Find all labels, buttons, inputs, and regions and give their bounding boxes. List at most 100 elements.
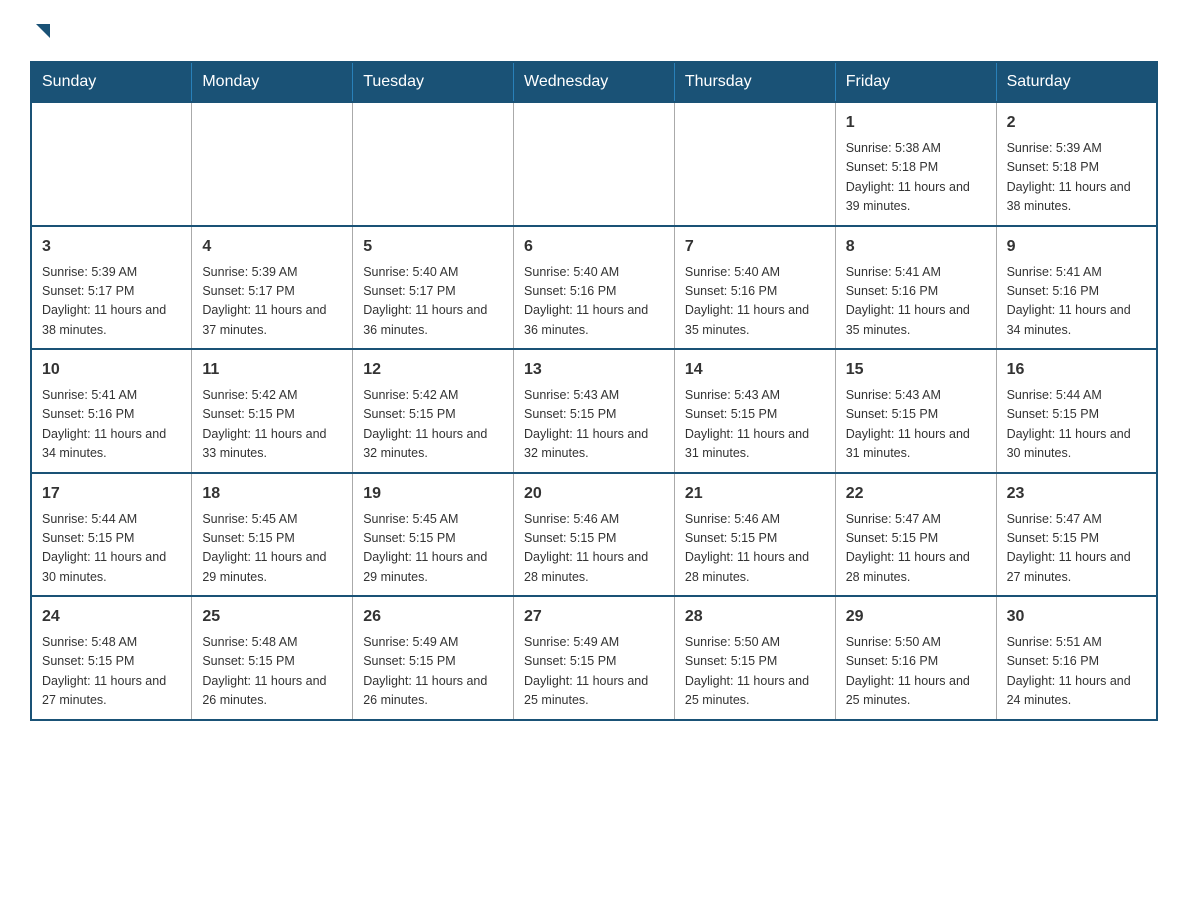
calendar-day-header: Friday <box>835 62 996 102</box>
day-number: 3 <box>42 235 181 259</box>
calendar-week-row: 24 Sunrise: 5:48 AM Sunset: 5:15 PM Dayli… <box>31 596 1157 720</box>
day-info: Sunrise: 5:45 AM Sunset: 5:15 PM Dayligh… <box>363 510 503 588</box>
day-info: Sunrise: 5:43 AM Sunset: 5:15 PM Dayligh… <box>524 386 664 464</box>
day-number: 24 <box>42 605 181 629</box>
calendar-day-header: Wednesday <box>514 62 675 102</box>
calendar-cell <box>353 102 514 226</box>
day-number: 13 <box>524 358 664 382</box>
calendar-cell: 14Sunrise: 5:43 AM Sunset: 5:15 PM Dayli… <box>674 349 835 473</box>
calendar-cell: 21 Sunrise: 5:46 AM Sunset: 5:15 PM Dayli… <box>674 473 835 597</box>
calendar-day-header: Saturday <box>996 62 1157 102</box>
calendar-cell: 25 Sunrise: 5:48 AM Sunset: 5:15 PM Dayli… <box>192 596 353 720</box>
day-info: Sunrise: 5:50 AM Sunset: 5:16 PM Dayligh… <box>846 633 986 711</box>
calendar-cell: 17 Sunrise: 5:44 AM Sunset: 5:15 PM Dayli… <box>31 473 192 597</box>
day-number: 1 <box>846 111 986 135</box>
calendar-table: SundayMondayTuesdayWednesdayThursdayFrid… <box>30 61 1158 721</box>
day-number: 2 <box>1007 111 1146 135</box>
calendar-cell: 1 Sunrise: 5:38 AM Sunset: 5:18 PM Daylig… <box>835 102 996 226</box>
calendar-cell: 10 Sunrise: 5:41 AM Sunset: 5:16 PM Dayli… <box>31 349 192 473</box>
calendar-cell: 26 Sunrise: 5:49 AM Sunset: 5:15 PM Dayli… <box>353 596 514 720</box>
day-number: 30 <box>1007 605 1146 629</box>
calendar-cell: 28 Sunrise: 5:50 AM Sunset: 5:15 PM Dayli… <box>674 596 835 720</box>
day-number: 16 <box>1007 358 1146 382</box>
day-info: Sunrise: 5:42 AM Sunset: 5:15 PM Dayligh… <box>202 386 342 464</box>
day-info: Sunrise: 5:48 AM Sunset: 5:15 PM Dayligh… <box>42 633 181 711</box>
calendar-cell <box>31 102 192 226</box>
day-number: 23 <box>1007 482 1146 506</box>
day-number: 28 <box>685 605 825 629</box>
calendar-cell <box>192 102 353 226</box>
day-info: Sunrise: 5:47 AM Sunset: 5:15 PM Dayligh… <box>846 510 986 588</box>
calendar-cell: 16 Sunrise: 5:44 AM Sunset: 5:15 PM Dayli… <box>996 349 1157 473</box>
day-number: 7 <box>685 235 825 259</box>
day-info: Sunrise: 5:39 AM Sunset: 5:17 PM Dayligh… <box>202 263 342 341</box>
day-number: 17 <box>42 482 181 506</box>
calendar-week-row: 10 Sunrise: 5:41 AM Sunset: 5:16 PM Dayli… <box>31 349 1157 473</box>
calendar-cell: 20 Sunrise: 5:46 AM Sunset: 5:15 PM Dayli… <box>514 473 675 597</box>
day-number: 18 <box>202 482 342 506</box>
day-number: 29 <box>846 605 986 629</box>
calendar-week-row: 17 Sunrise: 5:44 AM Sunset: 5:15 PM Dayli… <box>31 473 1157 597</box>
day-info: Sunrise: 5:39 AM Sunset: 5:17 PM Dayligh… <box>42 263 181 341</box>
day-info: Sunrise: 5:38 AM Sunset: 5:18 PM Dayligh… <box>846 139 986 217</box>
calendar-cell: 12 Sunrise: 5:42 AM Sunset: 5:15 PM Dayli… <box>353 349 514 473</box>
day-info: Sunrise: 5:46 AM Sunset: 5:15 PM Dayligh… <box>524 510 664 588</box>
calendar-cell: 3 Sunrise: 5:39 AM Sunset: 5:17 PM Daylig… <box>31 226 192 350</box>
calendar-cell: 18 Sunrise: 5:45 AM Sunset: 5:15 PM Dayli… <box>192 473 353 597</box>
calendar-cell: 9 Sunrise: 5:41 AM Sunset: 5:16 PM Daylig… <box>996 226 1157 350</box>
calendar-cell: 4Sunrise: 5:39 AM Sunset: 5:17 PM Daylig… <box>192 226 353 350</box>
day-info: Sunrise: 5:40 AM Sunset: 5:16 PM Dayligh… <box>524 263 664 341</box>
day-info: Sunrise: 5:44 AM Sunset: 5:15 PM Dayligh… <box>42 510 181 588</box>
day-number: 14 <box>685 358 825 382</box>
logo-triangle-icon <box>32 20 54 42</box>
day-number: 21 <box>685 482 825 506</box>
day-info: Sunrise: 5:49 AM Sunset: 5:15 PM Dayligh… <box>363 633 503 711</box>
day-info: Sunrise: 5:51 AM Sunset: 5:16 PM Dayligh… <box>1007 633 1146 711</box>
calendar-header-row: SundayMondayTuesdayWednesdayThursdayFrid… <box>31 62 1157 102</box>
day-info: Sunrise: 5:47 AM Sunset: 5:15 PM Dayligh… <box>1007 510 1146 588</box>
day-number: 11 <box>202 358 342 382</box>
calendar-day-header: Sunday <box>31 62 192 102</box>
calendar-cell: 27Sunrise: 5:49 AM Sunset: 5:15 PM Dayli… <box>514 596 675 720</box>
day-info: Sunrise: 5:50 AM Sunset: 5:15 PM Dayligh… <box>685 633 825 711</box>
calendar-cell: 2 Sunrise: 5:39 AM Sunset: 5:18 PM Daylig… <box>996 102 1157 226</box>
calendar-cell <box>674 102 835 226</box>
day-number: 20 <box>524 482 664 506</box>
day-number: 12 <box>363 358 503 382</box>
day-number: 10 <box>42 358 181 382</box>
logo <box>30 20 54 41</box>
calendar-cell: 19Sunrise: 5:45 AM Sunset: 5:15 PM Dayli… <box>353 473 514 597</box>
day-info: Sunrise: 5:41 AM Sunset: 5:16 PM Dayligh… <box>1007 263 1146 341</box>
day-info: Sunrise: 5:44 AM Sunset: 5:15 PM Dayligh… <box>1007 386 1146 464</box>
day-number: 9 <box>1007 235 1146 259</box>
day-number: 15 <box>846 358 986 382</box>
page-header <box>30 20 1158 41</box>
calendar-week-row: 3 Sunrise: 5:39 AM Sunset: 5:17 PM Daylig… <box>31 226 1157 350</box>
day-info: Sunrise: 5:49 AM Sunset: 5:15 PM Dayligh… <box>524 633 664 711</box>
day-info: Sunrise: 5:43 AM Sunset: 5:15 PM Dayligh… <box>846 386 986 464</box>
calendar-cell: 15 Sunrise: 5:43 AM Sunset: 5:15 PM Dayli… <box>835 349 996 473</box>
calendar-cell: 8 Sunrise: 5:41 AM Sunset: 5:16 PM Daylig… <box>835 226 996 350</box>
day-number: 22 <box>846 482 986 506</box>
day-info: Sunrise: 5:41 AM Sunset: 5:16 PM Dayligh… <box>846 263 986 341</box>
day-number: 25 <box>202 605 342 629</box>
calendar-cell: 11 Sunrise: 5:42 AM Sunset: 5:15 PM Dayli… <box>192 349 353 473</box>
day-info: Sunrise: 5:40 AM Sunset: 5:16 PM Dayligh… <box>685 263 825 341</box>
day-info: Sunrise: 5:45 AM Sunset: 5:15 PM Dayligh… <box>202 510 342 588</box>
calendar-cell: 30 Sunrise: 5:51 AM Sunset: 5:16 PM Dayli… <box>996 596 1157 720</box>
calendar-cell: 24 Sunrise: 5:48 AM Sunset: 5:15 PM Dayli… <box>31 596 192 720</box>
calendar-cell: 22 Sunrise: 5:47 AM Sunset: 5:15 PM Dayli… <box>835 473 996 597</box>
calendar-cell: 23 Sunrise: 5:47 AM Sunset: 5:15 PM Dayli… <box>996 473 1157 597</box>
day-info: Sunrise: 5:41 AM Sunset: 5:16 PM Dayligh… <box>42 386 181 464</box>
day-number: 6 <box>524 235 664 259</box>
calendar-day-header: Tuesday <box>353 62 514 102</box>
day-info: Sunrise: 5:42 AM Sunset: 5:15 PM Dayligh… <box>363 386 503 464</box>
day-info: Sunrise: 5:40 AM Sunset: 5:17 PM Dayligh… <box>363 263 503 341</box>
day-info: Sunrise: 5:46 AM Sunset: 5:15 PM Dayligh… <box>685 510 825 588</box>
day-info: Sunrise: 5:48 AM Sunset: 5:15 PM Dayligh… <box>202 633 342 711</box>
day-number: 8 <box>846 235 986 259</box>
day-info: Sunrise: 5:39 AM Sunset: 5:18 PM Dayligh… <box>1007 139 1146 217</box>
calendar-cell <box>514 102 675 226</box>
calendar-cell: 13 Sunrise: 5:43 AM Sunset: 5:15 PM Dayli… <box>514 349 675 473</box>
day-number: 26 <box>363 605 503 629</box>
